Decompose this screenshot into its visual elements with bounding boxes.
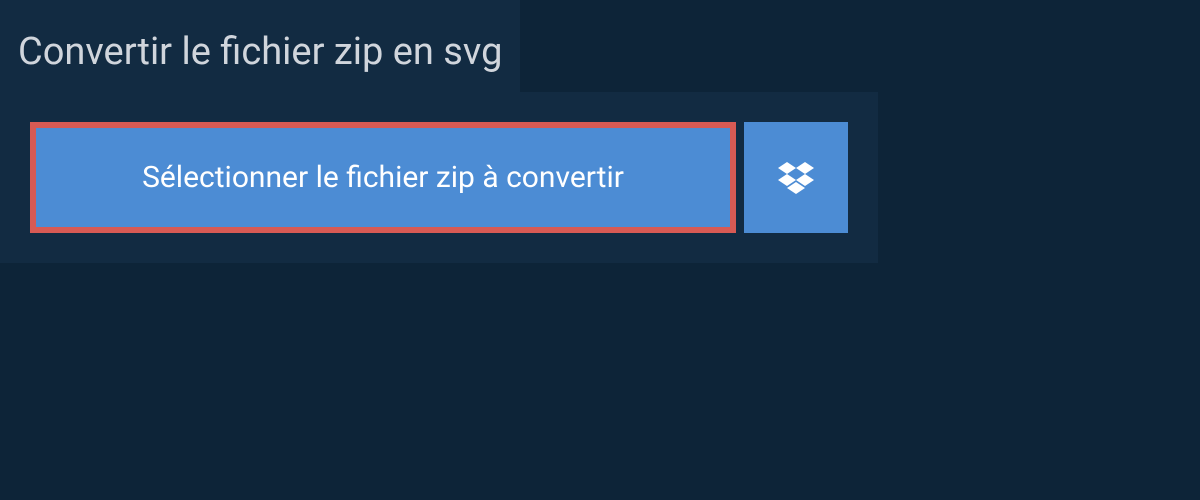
- upload-button-row: Sélectionner le fichier zip à convertir: [30, 122, 848, 233]
- select-file-label: Sélectionner le fichier zip à convertir: [142, 160, 624, 195]
- dropbox-button[interactable]: [744, 122, 848, 233]
- page-title: Convertir le fichier zip en svg: [0, 0, 520, 92]
- select-file-button[interactable]: Sélectionner le fichier zip à convertir: [30, 122, 736, 233]
- dropbox-icon: [778, 162, 814, 194]
- upload-panel: Sélectionner le fichier zip à convertir: [0, 92, 878, 263]
